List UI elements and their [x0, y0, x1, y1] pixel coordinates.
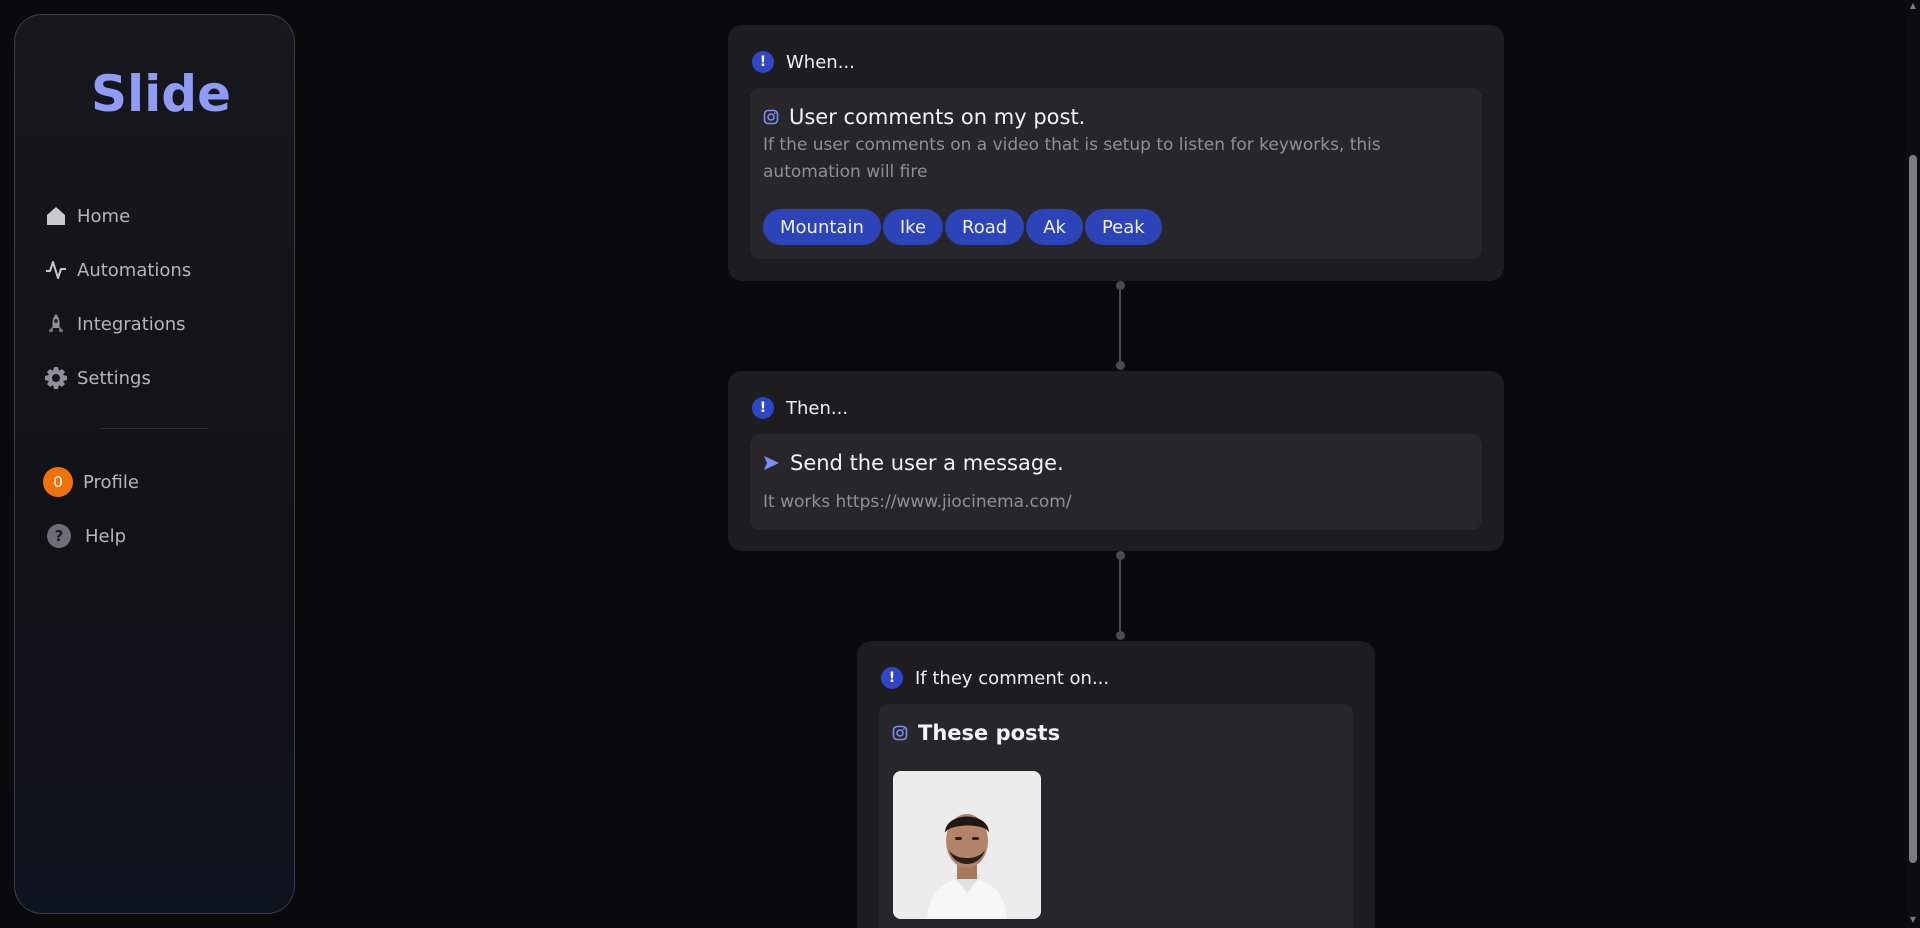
keyword-chip[interactable]: Ike	[882, 209, 944, 245]
connector-dot	[1116, 361, 1125, 370]
trigger-card: ! When... User comments on my post. If t…	[728, 25, 1504, 281]
posts-title: These posts	[918, 721, 1061, 745]
post-thumbnail[interactable]	[893, 771, 1041, 919]
help-icon: ?	[47, 524, 71, 548]
keyword-chip[interactable]: Ak	[1026, 209, 1083, 245]
trigger-title: User comments on my post.	[789, 105, 1086, 129]
sidebar-item-home[interactable]: Home	[43, 199, 273, 233]
sidebar-item-label: Home	[77, 205, 131, 227]
keyword-chips: Mountain Ike Road Ak Peak	[763, 209, 1162, 245]
action-card-label: Then...	[786, 397, 849, 419]
posts-detail: These posts	[879, 704, 1353, 928]
sidebar: Slide Home Automations Integrations Sett…	[14, 14, 295, 914]
scroll-down-icon[interactable]: ▼	[1909, 916, 1917, 924]
sidebar-item-label: Settings	[77, 367, 151, 389]
posts-card-label: If they comment on...	[915, 667, 1110, 689]
scroll-up-icon[interactable]: ▲	[1909, 2, 1917, 10]
gear-icon	[43, 365, 69, 391]
sidebar-nav: Home Automations Integrations Settings	[43, 199, 273, 415]
connector-line	[1119, 285, 1121, 365]
posts-card: ! If they comment on... These posts	[857, 641, 1375, 928]
connector-line	[1119, 555, 1121, 635]
svg-text:Slide: Slide	[91, 67, 231, 123]
sidebar-item-label: Profile	[83, 471, 139, 493]
alert-icon: !	[752, 397, 774, 419]
action-title: Send the user a message.	[790, 451, 1064, 475]
sidebar-item-label: Help	[85, 525, 127, 547]
trigger-description: If the user comments on a video that is …	[763, 135, 1381, 182]
trigger-detail[interactable]: User comments on my post. If the user co…	[750, 88, 1482, 259]
activity-icon	[43, 257, 69, 283]
instagram-icon	[892, 725, 908, 741]
connector-dot	[1116, 631, 1125, 640]
posts-card-header: ! If they comment on...	[881, 665, 1109, 691]
scrollbar-thumb[interactable]	[1909, 155, 1917, 863]
alert-icon: !	[752, 51, 774, 73]
sidebar-lower: 0 Profile ? Help	[43, 465, 273, 573]
posts-title-row: These posts	[892, 721, 1060, 745]
trigger-card-label: When...	[786, 51, 855, 73]
trigger-title-row: User comments on my post.	[763, 105, 1085, 129]
sidebar-item-help[interactable]: ? Help	[43, 519, 273, 553]
rocket-icon	[43, 311, 69, 337]
alert-icon: !	[881, 667, 903, 689]
trigger-card-header: ! When...	[752, 49, 855, 75]
post-image	[893, 771, 1041, 919]
keyword-chip[interactable]: Road	[945, 209, 1025, 245]
keyword-chip[interactable]: Mountain	[763, 209, 881, 245]
sidebar-divider	[100, 428, 208, 429]
action-message: It works https://www.jiocinema.com/	[763, 492, 1072, 512]
sidebar-item-label: Integrations	[77, 313, 186, 335]
sidebar-item-settings[interactable]: Settings	[43, 361, 273, 395]
action-detail[interactable]: Send the user a message. It works https:…	[750, 434, 1482, 530]
home-icon	[43, 203, 69, 229]
instagram-icon	[763, 109, 779, 125]
sidebar-item-label: Automations	[77, 259, 192, 281]
sidebar-item-integrations[interactable]: Integrations	[43, 307, 273, 341]
slide-logo[interactable]: Slide	[91, 67, 241, 123]
action-card-header: ! Then...	[752, 395, 848, 421]
action-title-row: Send the user a message.	[763, 451, 1064, 475]
action-card: ! Then... Send the user a message. It wo…	[728, 371, 1504, 551]
send-icon	[763, 455, 780, 471]
avatar: 0	[43, 467, 73, 497]
sidebar-item-automations[interactable]: Automations	[43, 253, 273, 287]
sidebar-item-profile[interactable]: 0 Profile	[43, 465, 273, 499]
keyword-chip[interactable]: Peak	[1084, 209, 1162, 245]
